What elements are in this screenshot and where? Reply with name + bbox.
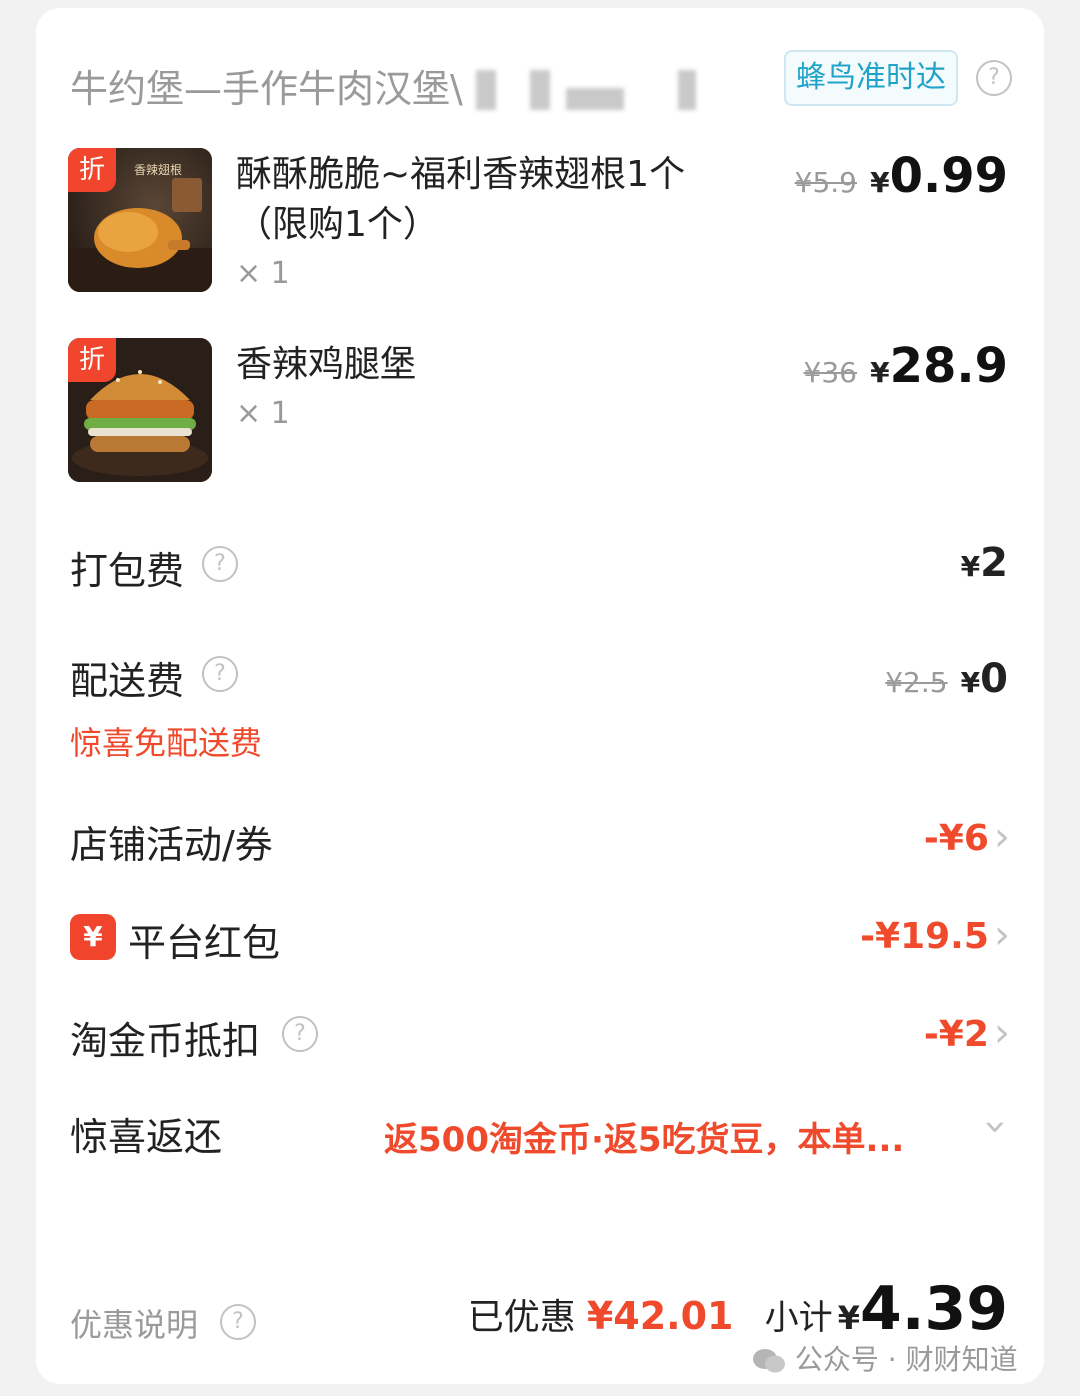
item-name[interactable]: 酥酥脆脆~福利香辣翅根1个	[236, 150, 685, 200]
current-price: 0.99	[889, 148, 1008, 204]
item-name-limit: （限购1个）	[236, 204, 439, 245]
store-coupon-value: -¥6	[923, 818, 989, 859]
chevron-down-icon[interactable]: ›	[973, 1119, 1019, 1135]
watermark: 公众号 · 财财知道	[752, 1338, 1018, 1378]
order-summary: 已优惠 ¥42.01 小计 ¥4.39	[468, 1274, 1008, 1344]
shop-name[interactable]: 牛约堡—手作牛肉汉堡\	[70, 58, 463, 113]
wechat-icon	[752, 1348, 786, 1374]
store-coupon-row-action[interactable]: -¥6 ›	[924, 814, 1010, 860]
surprise-return-value: 返500淘金币·返5吃货豆，本单...	[384, 1120, 905, 1160]
packing-fee-value: ¥2	[961, 540, 1008, 586]
thumbnail-caption: 香辣翅根	[134, 162, 182, 177]
taojin-coin-row-action[interactable]: -¥2 ›	[924, 1010, 1010, 1056]
taojin-coin-help-icon[interactable]: ?	[282, 1016, 318, 1052]
delivery-fee-amount: 0	[980, 656, 1008, 702]
chevron-right-icon: ›	[994, 1010, 1010, 1056]
item-thumbnail[interactable]: 折	[68, 338, 212, 482]
currency-symbol: ¥	[960, 550, 981, 583]
taojin-coin-value: -¥2	[923, 1014, 989, 1055]
free-delivery-note: 惊喜免配送费	[70, 724, 263, 762]
currency-symbol: ¥	[870, 356, 890, 389]
item-quantity: × 1	[236, 396, 290, 431]
discount-explanation-label[interactable]: 优惠说明	[70, 1300, 198, 1346]
packing-fee-label: 打包费	[70, 549, 185, 593]
subtotal-value: 4.39	[859, 1274, 1008, 1344]
redacted-block	[678, 70, 696, 110]
platform-redpacket-row-action[interactable]: -¥19.5 ›	[860, 912, 1010, 958]
packing-fee-amount: 2	[980, 540, 1008, 586]
saved-value: ¥42.01	[586, 1294, 734, 1338]
currency-symbol: ¥	[837, 1299, 860, 1337]
delivery-badge[interactable]: 蜂鸟准时达	[784, 50, 958, 106]
surprise-return-label: 惊喜返还	[70, 1115, 223, 1159]
item-price-group: ¥5.9 ¥0.99	[795, 148, 1008, 204]
discount-tag: 折	[68, 148, 116, 192]
watermark-text: 公众号 · 财财知道	[794, 1343, 1018, 1376]
platform-redpacket-label[interactable]: 平台红包	[128, 912, 280, 967]
platform-redpacket-value: -¥19.5	[860, 916, 989, 957]
item-quantity: × 1	[236, 256, 290, 291]
delivery-fee-value: ¥2.5 ¥0	[885, 656, 1008, 702]
item-thumbnail[interactable]: 香辣翅根 折	[68, 148, 212, 292]
order-card: 牛约堡—手作牛肉汉堡\ 蜂鸟准时达 ? 香辣翅根 折 酥酥脆脆~福利香辣翅根1个…	[36, 8, 1044, 1384]
delivery-original-price: ¥2.5	[885, 666, 948, 699]
redacted-block	[476, 70, 496, 110]
saved-label: 已优惠	[467, 1297, 576, 1338]
currency-symbol: ¥	[960, 666, 981, 699]
subtotal-label: 小计	[764, 1298, 833, 1338]
store-coupon-label[interactable]: 店铺活动/券	[70, 814, 273, 869]
chevron-right-icon: ›	[994, 814, 1010, 860]
redacted-block	[530, 70, 550, 110]
delivery-help-icon[interactable]: ?	[976, 60, 1012, 96]
delivery-fee-help-icon[interactable]: ?	[202, 656, 238, 692]
chevron-right-icon: ›	[994, 912, 1010, 958]
original-price: ¥5.9	[794, 166, 857, 199]
current-price: 28.9	[889, 338, 1008, 394]
discount-explanation-help-icon[interactable]: ?	[220, 1304, 256, 1340]
currency-symbol: ¥	[870, 166, 890, 199]
redacted-block	[566, 88, 624, 110]
delivery-fee-label: 配送费	[70, 659, 185, 703]
item-price-group: ¥36 ¥28.9	[804, 338, 1008, 394]
original-price: ¥36	[803, 356, 857, 389]
red-packet-icon: ¥	[70, 914, 116, 960]
taojin-coin-label[interactable]: 淘金币抵扣	[70, 1010, 260, 1065]
item-name[interactable]: 香辣鸡腿堡	[236, 340, 416, 390]
discount-tag: 折	[68, 338, 116, 382]
packing-fee-help-icon[interactable]: ?	[202, 546, 238, 582]
